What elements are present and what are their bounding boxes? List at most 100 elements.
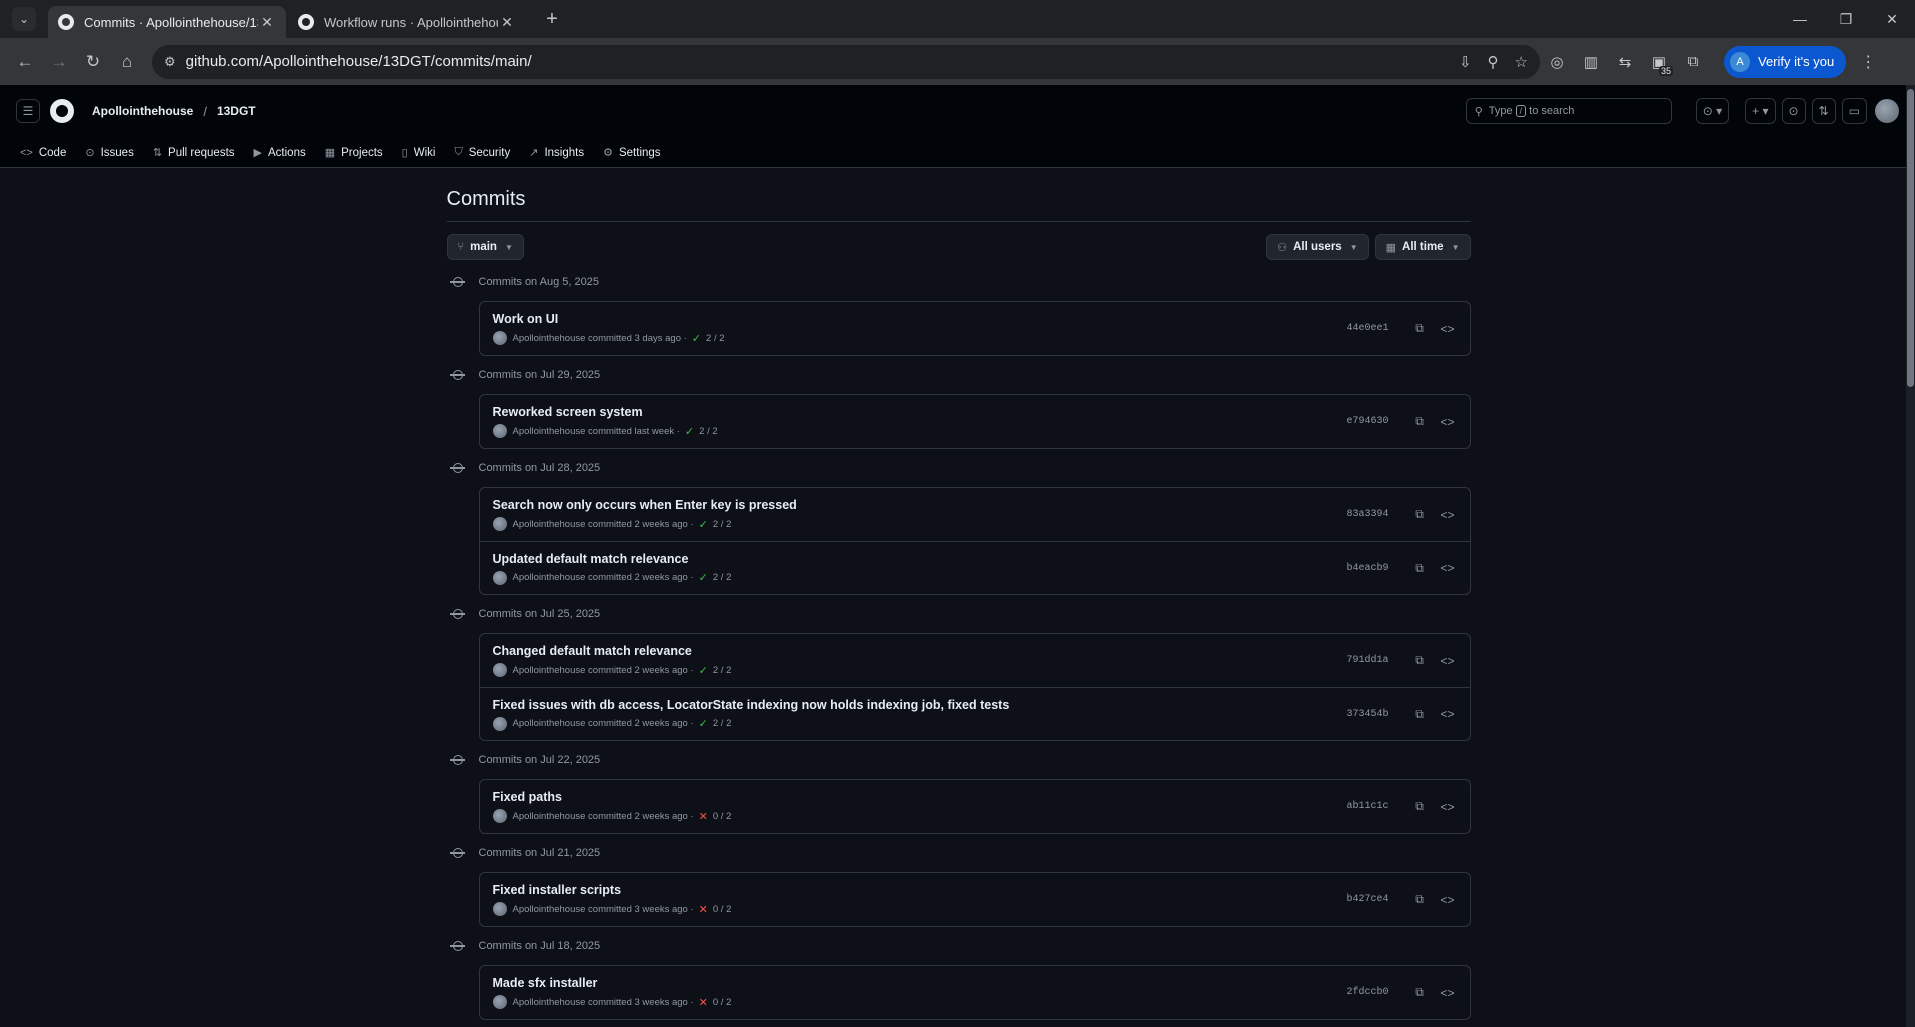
commit-author[interactable]: Apollointhehouse xyxy=(513,572,586,583)
hamburger-menu-icon[interactable]: ☰ xyxy=(16,99,40,123)
repo-nav-pull-requests[interactable]: ⇅ Pull requests xyxy=(153,146,235,160)
author-avatar[interactable] xyxy=(492,995,507,1009)
commit-sha[interactable]: 791dd1a xyxy=(1346,655,1388,666)
copy-icon[interactable]: ⧉ xyxy=(1411,561,1429,576)
extension-translate-icon[interactable]: ⇆ xyxy=(1608,45,1642,79)
copy-icon[interactable]: ⧉ xyxy=(1411,985,1429,1000)
copy-icon[interactable]: ⧉ xyxy=(1411,653,1429,668)
commit-message[interactable]: Changed default match relevance xyxy=(493,644,1347,658)
browser-menu-icon[interactable]: ⋮ xyxy=(1860,52,1876,72)
check-icon[interactable]: ✓ xyxy=(685,425,694,438)
commit-message[interactable]: Work on UI xyxy=(493,312,1347,326)
commit-sha[interactable]: 83a3394 xyxy=(1346,509,1388,520)
commit-sha[interactable]: b4eacb9 xyxy=(1346,563,1388,574)
checks-count[interactable]: 2 / 2 xyxy=(699,426,718,437)
checks-count[interactable]: 2 / 2 xyxy=(706,333,725,344)
commit-message[interactable]: Fixed paths xyxy=(493,790,1347,804)
commit-author[interactable]: Apollointhehouse xyxy=(513,519,586,530)
repo-nav-code[interactable]: <> Code xyxy=(20,147,66,159)
close-tab-icon[interactable]: ✕ xyxy=(498,14,516,31)
inbox-icon[interactable]: ▭ xyxy=(1841,98,1867,124)
user-avatar[interactable] xyxy=(1875,99,1899,123)
commit-sha[interactable]: e794630 xyxy=(1346,416,1388,427)
forward-button[interactable]: → xyxy=(42,45,76,79)
bookmark-star-icon[interactable]: ☆ xyxy=(1515,53,1528,71)
copy-icon[interactable]: ⧉ xyxy=(1411,507,1429,522)
time-filter-button[interactable]: ▦ All time ▼ xyxy=(1374,234,1471,260)
create-new-button[interactable]: + ▾ xyxy=(1745,98,1776,124)
tab-search-button[interactable]: ⌄ xyxy=(12,7,36,31)
search-input[interactable]: ⚲ Type / to search xyxy=(1465,98,1672,124)
commit-sha[interactable]: 44e0ee1 xyxy=(1346,323,1388,334)
browse-code-icon[interactable]: <> xyxy=(1439,986,1457,1000)
extension-glasses-icon[interactable]: ◎ xyxy=(1540,45,1574,79)
repo-nav-settings[interactable]: ⚙ Settings xyxy=(603,146,660,160)
browse-code-icon[interactable]: <> xyxy=(1439,893,1457,907)
install-app-icon[interactable]: ⇩ xyxy=(1459,53,1472,71)
repo-nav-projects[interactable]: ▦ Projects xyxy=(325,146,383,160)
commit-author[interactable]: Apollointhehouse xyxy=(513,811,586,822)
copy-icon[interactable]: ⧉ xyxy=(1411,414,1429,429)
commit-message[interactable]: Updated default match relevance xyxy=(493,552,1347,566)
check-icon[interactable]: ✓ xyxy=(699,717,708,730)
checks-count[interactable]: 2 / 2 xyxy=(713,519,732,530)
author-avatar[interactable] xyxy=(492,570,507,585)
commit-sha[interactable]: 373454b xyxy=(1346,709,1388,720)
commit-author[interactable]: Apollointhehouse xyxy=(513,665,586,676)
address-bar[interactable]: ⚙ github.com/Apollointhehouse/13DGT/comm… xyxy=(152,44,1540,79)
github-logo-icon[interactable] xyxy=(50,99,74,123)
repo-nav-insights[interactable]: ↗ Insights xyxy=(529,146,584,160)
check-icon[interactable]: ✓ xyxy=(692,332,701,345)
author-avatar[interactable] xyxy=(492,517,507,531)
tab-commits[interactable]: Commits · Apollointhehouse/13DGT ✕ xyxy=(48,6,286,38)
back-button[interactable]: ← xyxy=(8,45,42,79)
url-text[interactable]: github.com/Apollointhehouse/13DGT/commit… xyxy=(186,53,1443,70)
browse-code-icon[interactable]: <> xyxy=(1439,800,1457,814)
x-icon[interactable]: ✕ xyxy=(699,996,708,1009)
commit-author[interactable]: Apollointhehouse xyxy=(513,333,586,344)
commit-sha[interactable]: b427ce4 xyxy=(1346,894,1388,905)
browse-code-icon[interactable]: <> xyxy=(1439,654,1457,668)
x-icon[interactable]: ✕ xyxy=(699,810,708,823)
branch-select-button[interactable]: ⑂ main ▼ xyxy=(446,234,524,260)
close-window-icon[interactable]: ✕ xyxy=(1869,0,1915,38)
commit-author[interactable]: Apollointhehouse xyxy=(513,904,586,915)
commit-message[interactable]: Made sfx installer xyxy=(493,976,1347,990)
browse-code-icon[interactable]: <> xyxy=(1439,561,1457,575)
commit-sha[interactable]: ab11c1c xyxy=(1346,801,1388,812)
checks-count[interactable]: 2 / 2 xyxy=(713,665,732,676)
browse-code-icon[interactable]: <> xyxy=(1439,322,1457,336)
commit-author[interactable]: Apollointhehouse xyxy=(513,997,586,1008)
breadcrumb-owner[interactable]: Apollointhehouse xyxy=(92,104,193,118)
browse-code-icon[interactable]: <> xyxy=(1439,508,1457,522)
users-filter-button[interactable]: ⚇ All users ▼ xyxy=(1266,234,1369,260)
copy-icon[interactable]: ⧉ xyxy=(1411,321,1429,336)
copy-icon[interactable]: ⧉ xyxy=(1411,892,1429,907)
zoom-icon[interactable]: ⚲ xyxy=(1488,53,1499,71)
extensions-puzzle-icon[interactable]: ⧉ xyxy=(1676,45,1710,79)
new-tab-button[interactable]: + xyxy=(538,5,566,33)
checks-count[interactable]: 2 / 2 xyxy=(713,718,732,729)
copy-icon[interactable]: ⧉ xyxy=(1411,799,1429,814)
commit-message[interactable]: Reworked screen system xyxy=(493,405,1347,419)
restore-icon[interactable]: ❐ xyxy=(1823,0,1869,38)
author-avatar[interactable] xyxy=(492,716,507,731)
extension-trash-icon[interactable]: ▥ xyxy=(1574,45,1608,79)
copy-icon[interactable]: ⧉ xyxy=(1411,707,1429,722)
commit-message[interactable]: Fixed installer scripts xyxy=(493,883,1347,897)
site-info-icon[interactable]: ⚙ xyxy=(164,54,176,70)
checks-count[interactable]: 2 / 2 xyxy=(713,572,732,583)
page-scrollbar[interactable] xyxy=(1906,85,1915,1027)
copilot-button[interactable]: ⊙ ▾ xyxy=(1695,98,1730,124)
repo-nav-issues[interactable]: ⊙ Issues xyxy=(85,146,133,160)
checks-count[interactable]: 0 / 2 xyxy=(713,997,732,1008)
tab-workflow-runs[interactable]: Workflow runs · Apollointhehouse/13DGT ✕ xyxy=(288,6,526,38)
commit-message[interactable]: Fixed issues with db access, LocatorStat… xyxy=(493,698,1347,712)
scrollbar-thumb[interactable] xyxy=(1907,89,1914,387)
checks-count[interactable]: 0 / 2 xyxy=(713,904,732,915)
author-avatar[interactable] xyxy=(492,424,507,438)
author-avatar[interactable] xyxy=(492,663,507,677)
repo-nav-wiki[interactable]: ▯ Wiki xyxy=(402,146,436,160)
x-icon[interactable]: ✕ xyxy=(699,903,708,916)
check-icon[interactable]: ✓ xyxy=(699,664,708,677)
